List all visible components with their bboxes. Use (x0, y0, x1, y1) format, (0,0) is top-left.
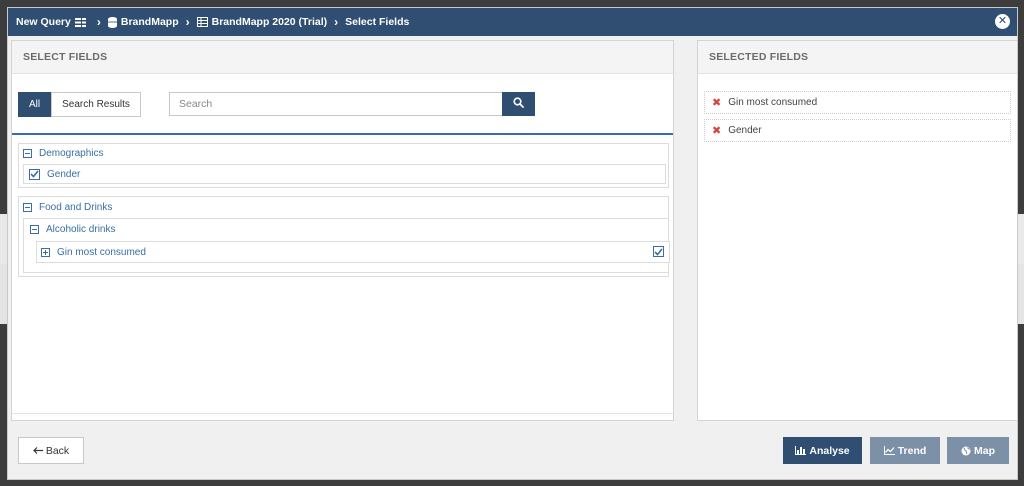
close-icon[interactable]: ✕ (995, 14, 1010, 29)
chevron-right-icon: › (334, 15, 339, 29)
select-fields-modal: New Query › BrandMapp › BrandMapp 2020 (… (7, 7, 1018, 480)
select-fields-title: SELECT FIELDS (12, 41, 673, 74)
list-icon (74, 17, 86, 27)
tree-node-alcoholic-drinks[interactable]: Alcoholic drinks (24, 219, 668, 239)
tree-node-label: Demographics (39, 148, 104, 159)
arrow-left-icon (32, 447, 43, 454)
gin-most-consumed-checkbox[interactable] (653, 246, 664, 257)
search-icon (513, 97, 524, 111)
divider (12, 133, 673, 135)
tree-leaf-label: Gin most consumed (57, 246, 146, 258)
back-button-label: Back (45, 444, 70, 457)
breadcrumb-brandmapp-2020[interactable]: BrandMapp 2020 (Trial) (196, 16, 328, 28)
tree-group-demographics: Demographics Gender (18, 143, 669, 188)
analyse-button-label: Analyse (809, 444, 850, 457)
trend-button-label: Trend (897, 444, 927, 457)
collapse-icon[interactable] (23, 202, 32, 212)
breadcrumb-label: BrandMapp (120, 16, 179, 28)
breadcrumb-brandmapp[interactable]: BrandMapp (107, 16, 179, 28)
selected-fields-panel: SELECTED FIELDS ✖ Gin most consumed ✖ Ge… (697, 40, 1017, 421)
search-input[interactable] (169, 92, 502, 116)
map-button-label: Map (974, 444, 995, 457)
tree-node-food-and-drinks[interactable]: Food and Drinks (19, 197, 668, 217)
trend-button[interactable]: Trend (870, 437, 940, 464)
tree-leaf-gender: Gender (23, 164, 666, 184)
tree-group-alcoholic-drinks: Alcoholic drinks Gin most consumed (23, 218, 670, 273)
divider (12, 413, 673, 414)
breadcrumb-label: New Query (16, 16, 71, 28)
breadcrumb-select-fields: Select Fields (345, 16, 409, 28)
breadcrumb-new-query[interactable]: New Query (16, 16, 90, 28)
breadcrumb-label: Select Fields (345, 16, 410, 28)
chevron-right-icon: › (96, 15, 101, 29)
tab-all[interactable]: All (18, 92, 52, 117)
tree-group-food-and-drinks: Food and Drinks Alcoholic drinks Gin mos… (18, 196, 670, 277)
collapse-icon[interactable] (23, 149, 32, 158)
breadcrumb: New Query › BrandMapp › BrandMapp 2020 (… (8, 8, 1017, 36)
selected-field-label: Gender (728, 125, 762, 136)
expand-icon[interactable] (41, 247, 50, 257)
database-icon (107, 16, 117, 28)
selected-field-item: ✖ Gender (704, 119, 1011, 142)
tree-node-demographics[interactable]: Demographics (19, 144, 668, 163)
selected-field-label: Gin most consumed (728, 97, 818, 108)
selected-field-item: ✖ Gin most consumed (704, 91, 1011, 114)
select-fields-panel: SELECT FIELDS All Search Results Demogra… (11, 40, 674, 421)
map-button[interactable]: Map (947, 437, 1009, 464)
line-chart-icon (883, 446, 895, 455)
filter-tabs: All Search Results (18, 92, 141, 117)
bar-chart-icon (795, 446, 807, 455)
tree-node-label: Alcoholic drinks (46, 223, 116, 235)
breadcrumb-label: BrandMapp 2020 (Trial) (211, 16, 328, 28)
search-bar (169, 92, 535, 116)
selected-fields-title: SELECTED FIELDS (698, 41, 1017, 74)
back-button[interactable]: Back (18, 437, 84, 464)
table-icon (196, 17, 208, 27)
search-button[interactable] (502, 92, 535, 116)
tree-node-label: Food and Drinks (39, 201, 113, 213)
remove-icon[interactable]: ✖ (712, 96, 721, 109)
gender-checkbox[interactable] (29, 168, 40, 180)
globe-icon (961, 446, 971, 456)
collapse-icon[interactable] (30, 224, 39, 234)
remove-icon[interactable]: ✖ (712, 124, 721, 137)
analyse-button[interactable]: Analyse (783, 437, 862, 464)
tree-leaf-gin-most-consumed: Gin most consumed (36, 241, 670, 263)
chevron-right-icon: › (185, 15, 190, 29)
tab-search-results[interactable]: Search Results (51, 92, 141, 117)
tree-leaf-label: Gender (47, 168, 81, 180)
